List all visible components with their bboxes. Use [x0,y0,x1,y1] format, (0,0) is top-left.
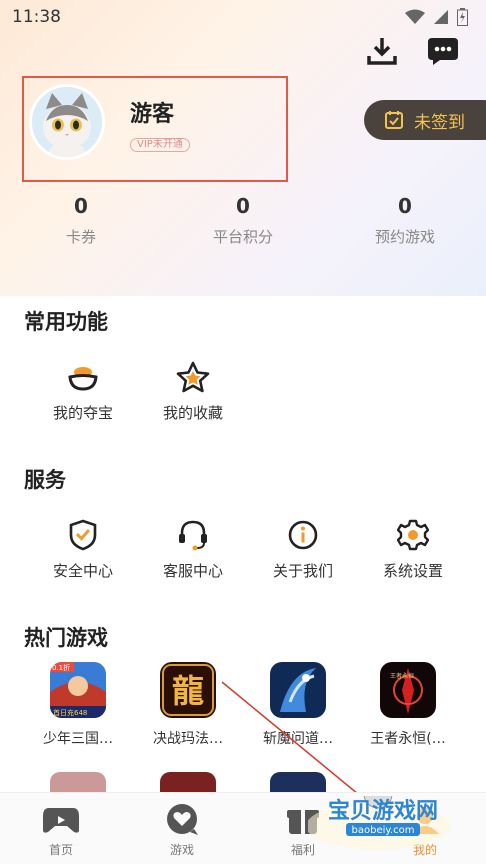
tab-label: 首页 [48,843,73,857]
watermark-title: 宝贝游戏网 [328,798,438,824]
tab-games[interactable]: 游戏 [147,803,217,858]
watermark: 宝贝游戏网 baobeiy.com [306,779,458,850]
watermark-url: baobeiy.com [352,825,415,836]
tab-home[interactable]: 首页 [26,803,96,858]
heart-chat-icon [167,804,198,835]
tab-label: 游戏 [169,843,194,857]
annotation-arrow [221,681,393,823]
gamepad-home-icon [43,808,79,833]
